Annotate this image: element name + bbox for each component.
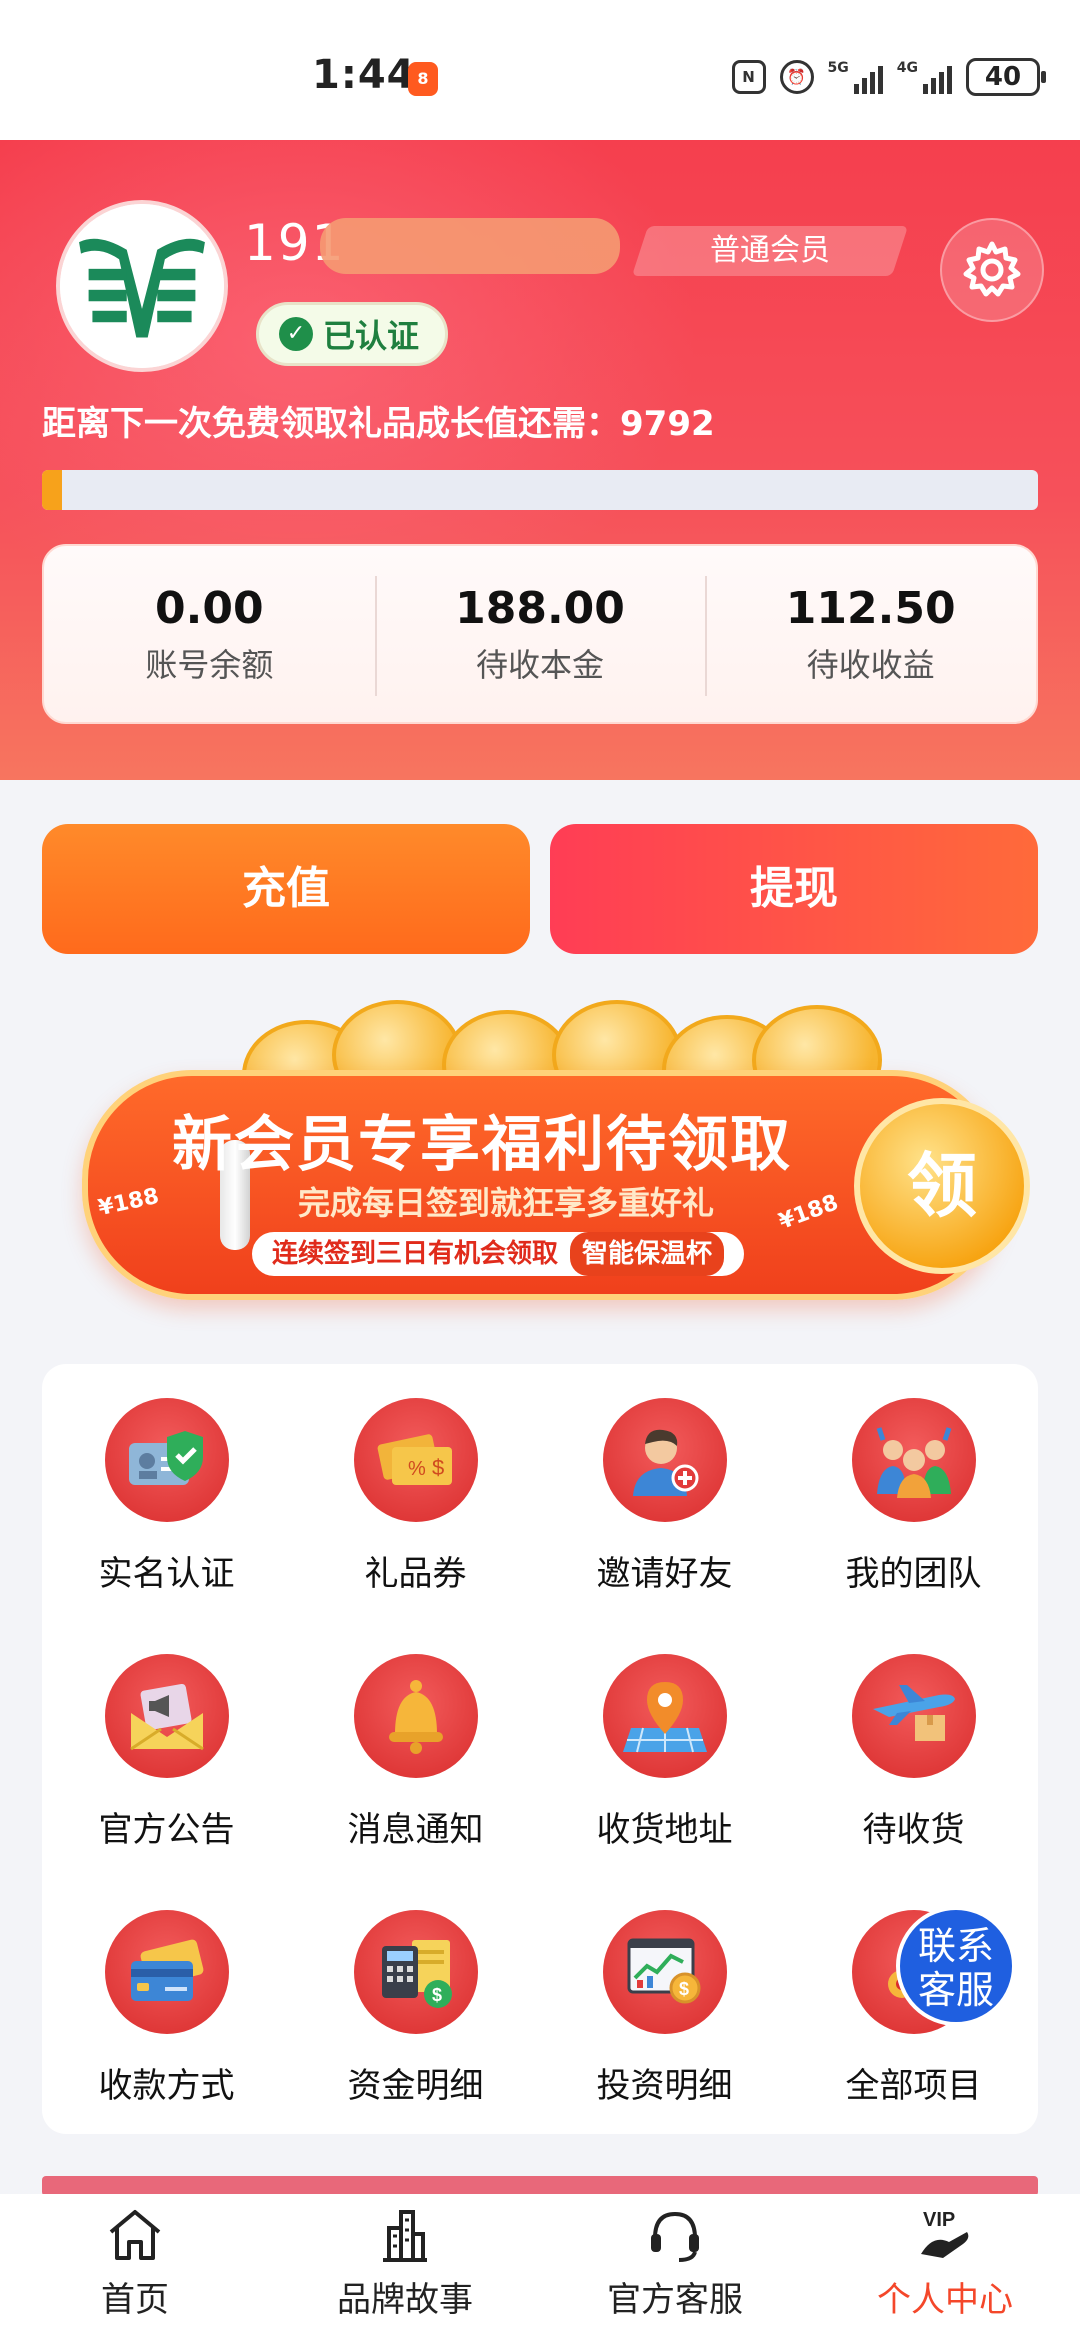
member-level: 普通会员 [710,233,830,268]
nav-brand-story[interactable]: 品牌故事 [270,2194,540,2340]
stat-label: 待收本金 [476,645,605,684]
grid-label: 投资明细 [596,2066,733,2106]
announcement-icon [104,1654,229,1778]
grid-item-real-name[interactable]: 实名认证 [42,1364,291,1620]
claim-button[interactable]: 领 [854,1098,1030,1274]
brand-logo-icon [60,204,224,368]
building-icon [373,2202,437,2266]
calculator-icon: $ [353,1910,478,2034]
plane-box-icon [851,1654,976,1778]
signal-4g-icon: 4G [897,60,952,94]
settings-button[interactable] [940,218,1044,322]
growth-progress-fill [42,470,62,510]
stat-label: 账号余额 [145,645,274,684]
team-icon [851,1398,976,1522]
status-time: 1:44 [312,52,416,98]
invite-friend-icon [602,1398,727,1522]
grid-label: 官方公告 [98,1810,235,1850]
coupon-icon: % $ [353,1398,478,1522]
svg-text:%: % [408,1458,426,1480]
banner-title: 新会员专享福利待领取 [172,1110,792,1180]
feature-grid: 实名认证 % $ 礼品券 邀请好友 我的团队 官方公告 消息通知 收货地址 待收… [42,1364,1038,2134]
growth-progress [42,470,1038,510]
gear-icon [963,241,1021,297]
vip-icon: VIP [913,2202,977,2266]
grid-item-coupon[interactable]: % $ 礼品券 [291,1364,540,1620]
alarm-icon: ⏰ [779,60,814,94]
contact-line1: 联系 [917,1924,994,1968]
svg-text:$: $ [432,1455,444,1480]
nav-label: 品牌故事 [337,2280,473,2320]
nfc-icon: N [731,60,766,94]
grid-label: 礼品券 [364,1554,467,1594]
growth-text: 距离下一次免费领取礼品成长值还需：9792 [42,404,715,444]
phone-redaction [320,218,620,274]
card-icon [104,1910,229,2034]
recharge-button[interactable]: 充值 [42,824,530,954]
avatar[interactable] [56,200,228,372]
grid-label: 我的团队 [845,1554,982,1594]
banner-pill: 连续签到三日有机会领取 智能保温杯 [252,1232,745,1276]
app-notification-icon: 8 [408,62,438,96]
nav-label: 官方客服 [607,2280,743,2320]
chart-coin-icon: $ [602,1910,727,2034]
section-strip [42,2176,1038,2196]
grid-item-pending-delivery[interactable]: 待收货 [789,1620,1038,1876]
grid-item-invite[interactable]: 邀请好友 [540,1364,789,1620]
grid-label: 资金明细 [347,2066,484,2106]
svg-text:VIP: VIP [923,2209,955,2231]
svg-text:$: $ [679,1979,689,1999]
stat-earnings[interactable]: 112.50 待收收益 [705,546,1036,722]
status-bar: 1:44 8 N ⏰ 5G 4G 40 [0,0,1080,140]
nav-home[interactable]: 首页 [0,2194,270,2340]
grid-label: 消息通知 [347,1810,484,1850]
stat-value: 0.00 [155,582,264,634]
promo-banner[interactable]: 新会员专享福利待领取 完成每日签到就狂享多重好礼 连续签到三日有机会领取 智能保… [42,1000,1038,1320]
svg-text:$: $ [432,1985,442,2005]
map-pin-icon [602,1654,727,1778]
stats-card: 0.00 账号余额 188.00 待收本金 112.50 待收收益 [42,544,1038,724]
grid-label: 收货地址 [596,1810,733,1850]
id-card-icon [104,1398,229,1522]
bell-icon [353,1654,478,1778]
banner-pill-text: 连续签到三日有机会领取 [272,1239,559,1269]
grid-item-payment-method[interactable]: 收款方式 [42,1876,291,2132]
grid-label: 全部项目 [845,2066,982,2106]
stat-label: 待收收益 [806,645,935,684]
check-icon: ✓ [279,317,313,351]
stat-value: 188.00 [455,582,625,634]
banner-pill-highlight: 智能保温杯 [570,1232,725,1276]
grid-item-announcement[interactable]: 官方公告 [42,1620,291,1876]
stat-balance[interactable]: 0.00 账号余额 [44,546,375,722]
grid-item-fund-details[interactable]: $ 资金明细 [291,1876,540,2132]
grid-label: 邀请好友 [596,1554,733,1594]
withdraw-button[interactable]: 提现 [550,824,1038,954]
home-icon [103,2202,167,2266]
profile-header: 191 普通会员 ✓ 已认证 距离下一次免费领取礼品成长值还需：9792 0.0… [0,140,1080,780]
grid-label: 收款方式 [98,2066,235,2106]
nav-customer-service[interactable]: 官方客服 [540,2194,810,2340]
status-icons: N ⏰ 5G 4G 40 [731,58,1046,96]
banner-subtitle: 完成每日签到就狂享多重好礼 [298,1184,715,1222]
headset-icon [643,2202,707,2266]
contact-support-button[interactable]: 联系 客服 [896,1906,1016,2026]
stat-value: 112.50 [785,582,956,634]
nav-personal-center[interactable]: VIP 个人中心 [810,2194,1080,2340]
grid-item-investment-details[interactable]: $ 投资明细 [540,1876,789,2132]
nav-label: 个人中心 [877,2280,1013,2320]
bottom-nav: 首页 品牌故事 官方客服 VIP 个人中心 [0,2194,1080,2340]
grid-item-address[interactable]: 收货地址 [540,1620,789,1876]
contact-line2: 客服 [917,1968,994,2012]
battery-icon: 40 [966,58,1046,96]
stat-principal[interactable]: 188.00 待收本金 [374,546,706,722]
verified-badge: ✓ 已认证 [256,302,448,366]
verified-label: 已认证 [323,317,420,355]
grid-label: 实名认证 [98,1554,235,1594]
signal-5g-icon: 5G [828,60,883,94]
grid-item-notification[interactable]: 消息通知 [291,1620,540,1876]
nav-label: 首页 [101,2280,169,2320]
grid-item-team[interactable]: 我的团队 [789,1364,1038,1620]
grid-label: 待收货 [862,1810,965,1850]
